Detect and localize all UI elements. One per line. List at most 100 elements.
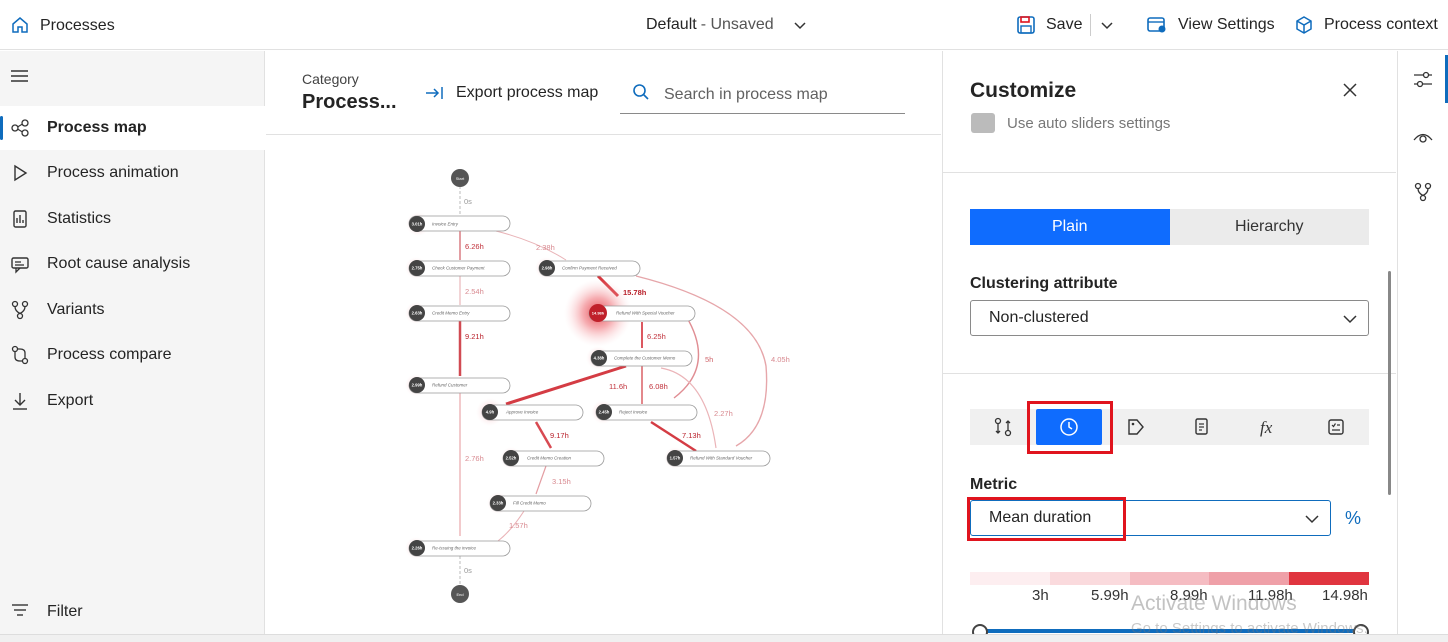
search-box[interactable] [620,76,905,114]
clustering-select[interactable]: Non-clustered [970,300,1369,336]
nav-label: Process animation [47,164,179,181]
scrollbar[interactable] [1388,271,1391,495]
process-context-button[interactable]: Process context [1294,15,1438,35]
node-badge: 2.98h [542,266,553,271]
document-name[interactable]: Default - Unsaved [646,16,774,34]
checklist-tab[interactable] [1303,409,1369,445]
function-icon: fx [1260,418,1273,437]
hierarchy-button[interactable]: Hierarchy [1169,209,1369,245]
document-tab[interactable] [1169,409,1235,445]
activity-node[interactable]: 14.98h Refund With Special Voucher [588,304,696,322]
activity-node[interactable]: 2.63h Credit Memo Entry [408,305,511,322]
edge-label: 1.57h [509,521,528,530]
plain-button[interactable]: Plain [970,209,1170,245]
auto-sliders-label: Use auto sliders settings [1007,114,1171,132]
checklist-icon [1328,419,1344,435]
legend-label: 3h [1032,587,1049,604]
activity-node[interactable]: 1.57h Refund With Standard Voucher [666,450,771,467]
process-map-icon [10,118,30,138]
nav-item-process-map[interactable]: Process map [0,106,265,150]
nav-label: Export [47,392,94,409]
slider-handle-min[interactable] [972,624,988,634]
category-label: Category [302,71,359,87]
filter-button[interactable]: Filter [0,592,265,632]
bottom-scroll-strip [0,634,1448,642]
process-map-canvas[interactable]: Start End 3.01h Invoice Entry 2.75h Chec… [266,136,941,634]
node-label: Refund Customer [432,383,468,388]
nav-label: Process compare [47,346,172,363]
search-input[interactable] [664,85,904,104]
end-node[interactable]: End [451,585,469,603]
nav-item-export[interactable]: Export [0,379,265,423]
frequency-icon [994,417,1012,437]
eye-icon[interactable] [1412,127,1434,149]
activity-node[interactable]: 4.9h Approve Invoice [481,404,584,421]
legend-swatch [1289,572,1369,585]
node-badge: 4.38h [594,356,605,361]
activation-watermark: Activate Windows [1131,592,1297,615]
node-badge: 2.26h [412,546,423,551]
home-icon[interactable] [10,15,32,37]
hamburger-menu-icon[interactable] [10,68,30,84]
activity-node[interactable]: 2.99h Refund Customer [408,377,511,394]
node-badge: 3.01h [412,222,423,227]
left-navigation: Process map Process animation Statistics… [0,51,265,642]
process-map-graph[interactable]: Start End 3.01h Invoice Entry 2.75h Chec… [266,136,941,634]
node-label: Re-issuing the invoice [432,546,477,551]
node-label: Fill Credit Memo [513,501,546,506]
save-label: Save [1046,16,1083,33]
save-options-chevron-icon[interactable] [1099,18,1115,34]
node-badge: 2.63h [412,311,423,316]
right-rail [1397,51,1448,634]
view-mode-toggle: Plain Hierarchy [970,209,1369,245]
node-badge: 2.75h [412,266,423,271]
tag-icon [1128,419,1144,435]
nav-item-variants[interactable]: Variants [0,288,265,332]
export-icon [10,391,30,411]
view-settings-button[interactable]: View Settings [1146,15,1275,35]
edge-label: 15.78h [623,288,647,297]
activity-node[interactable]: 2.26h Re-issuing the invoice [408,540,511,557]
activity-node[interactable]: 2.98h Confirm Payment Received [538,260,641,277]
edge-label: 9.17h [550,431,569,440]
activity-node[interactable]: 2.33h Fill Credit Memo [489,495,592,512]
nav-item-process-animation[interactable]: Process animation [0,151,265,195]
category-value[interactable]: Process... [302,91,397,114]
node-badge: 2.52h [506,456,517,461]
auto-sliders-checkbox[interactable]: Use auto sliders settings [971,113,1170,133]
activity-node[interactable]: 2.75h Check Customer Payment [408,260,511,277]
activity-node[interactable]: 4.38h Complete the Customer Memo [590,350,693,367]
node-label: Refund With Special Voucher [616,311,675,316]
node-label: Approve Invoice [505,410,539,415]
legend-swatch [1049,572,1130,585]
legend-label: 14.98h [1322,587,1368,604]
activity-node[interactable]: 3.01h Invoice Entry [408,215,511,232]
nav-item-process-compare[interactable]: Process compare [0,333,265,377]
legend-swatch [1209,572,1290,585]
activity-node[interactable]: 2.52h Credit Memo Creation [502,450,605,467]
nav-item-root-cause-analysis[interactable]: Root cause analysis [0,242,265,286]
variants-icon[interactable] [1412,181,1434,203]
chevron-down-icon[interactable] [792,18,808,34]
svg-text:fx: fx [1260,418,1273,437]
top-bar: Processes Default - Unsaved Save View Set… [0,0,1448,50]
play-icon [10,163,30,183]
export-process-map-button[interactable]: Export process map [424,84,598,102]
nav-item-statistics[interactable]: Statistics [0,197,265,241]
close-icon[interactable] [1341,81,1359,99]
node-label: Invoice Entry [432,222,459,227]
highlight-box [1027,401,1113,454]
edge-label: 4.05h [771,355,790,364]
legend-label: 5.99h [1091,587,1129,604]
edge-label: 0s [464,197,472,206]
percent-toggle[interactable]: % [1345,508,1361,529]
nav-label: Root cause analysis [47,255,191,272]
sliders-icon[interactable] [1412,69,1434,91]
save-button[interactable]: Save [1016,15,1082,35]
app-title[interactable]: Processes [40,17,115,35]
activity-node[interactable]: 2.45h Reject Invoice [595,404,698,421]
edge-label: 2.38h [536,243,555,252]
search-icon [632,83,650,106]
start-node[interactable]: Start [451,169,469,187]
function-tab[interactable]: fx [1236,409,1302,445]
